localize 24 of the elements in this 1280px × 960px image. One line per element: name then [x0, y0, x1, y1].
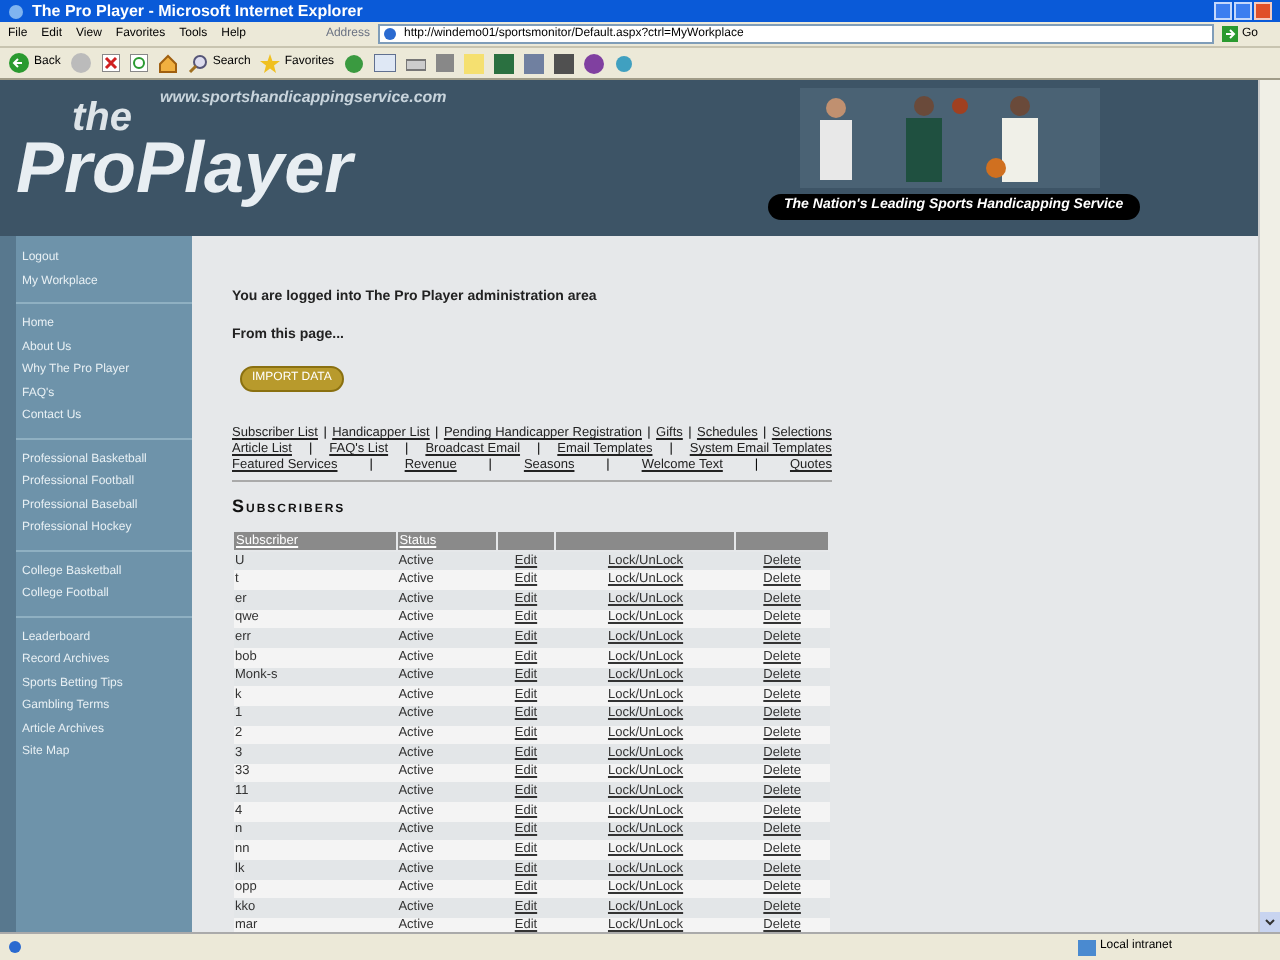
- stop-icon[interactable]: [102, 54, 121, 72]
- minimize-button[interactable]: [1214, 2, 1232, 20]
- page-icon: [383, 28, 396, 40]
- search-icon: [188, 53, 209, 73]
- star-icon: [260, 53, 281, 73]
- mail-icon[interactable]: [374, 54, 397, 72]
- home-icon[interactable]: [158, 53, 179, 73]
- browser-icon: [8, 3, 24, 19]
- logo-text: ProPlayer: [16, 132, 353, 204]
- window-title: The Pro Player - Microsoft Internet Explorer: [32, 3, 363, 19]
- scroll-down-icon[interactable]: [1260, 912, 1280, 932]
- refresh-icon[interactable]: [130, 54, 149, 72]
- go-arrow-icon: [1221, 26, 1238, 42]
- page-icon: [8, 940, 22, 954]
- back-icon: [8, 52, 30, 74]
- section-title: Subscribers: [232, 494, 348, 520]
- scrollbar[interactable]: [1258, 80, 1280, 932]
- maximize-button[interactable]: [1234, 2, 1252, 20]
- logo-text: the: [72, 98, 132, 138]
- print-icon[interactable]: [406, 53, 427, 73]
- site-url: www.sportshandicappingservice.com: [160, 86, 447, 110]
- history-icon[interactable]: [344, 53, 365, 73]
- close-button[interactable]: [1254, 2, 1272, 20]
- network-icon: [1077, 939, 1096, 955]
